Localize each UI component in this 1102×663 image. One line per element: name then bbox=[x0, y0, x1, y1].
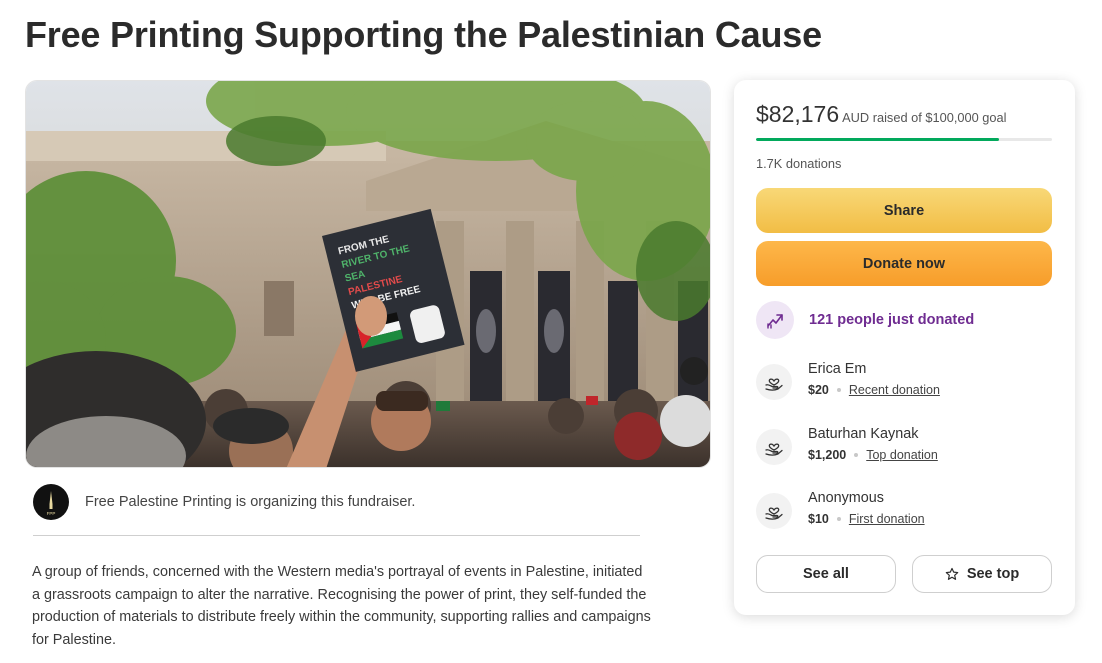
page-title: Free Printing Supporting the Palestinian… bbox=[25, 14, 822, 55]
see-all-button[interactable]: See all bbox=[756, 555, 896, 593]
donor-type-link[interactable]: Top donation bbox=[866, 447, 938, 463]
organizer-avatar[interactable]: FPP bbox=[33, 484, 69, 520]
see-all-label: See all bbox=[803, 566, 849, 582]
trending-up-icon bbox=[756, 301, 794, 339]
donor-item: Baturhan Kaynak $1,200 Top donation bbox=[756, 425, 938, 465]
separator-dot bbox=[836, 388, 841, 392]
just-donated-text: 121 people just donated bbox=[809, 312, 975, 328]
donor-amount: $1,200 bbox=[808, 448, 847, 462]
see-top-label: See top bbox=[966, 566, 1020, 582]
goal-text: AUD raised of $100,000 goal bbox=[842, 110, 1007, 125]
share-button[interactable]: Share bbox=[756, 188, 1052, 233]
hero-image[interactable]: FROM THE RIVER TO THE SEA PALESTINE WILL… bbox=[25, 80, 711, 468]
star-icon bbox=[945, 567, 959, 580]
progress-bar bbox=[756, 138, 1052, 141]
donor-name: Erica Em bbox=[808, 361, 867, 377]
donation-count: 1.7K donations bbox=[756, 156, 842, 171]
amount-raised: $82,176 AUD raised of $100,000 goal bbox=[756, 101, 1006, 128]
organizer-text: Free Palestine Printing is organizing th… bbox=[85, 494, 416, 510]
see-top-button[interactable]: See top bbox=[912, 555, 1052, 593]
donor-amount: $10 bbox=[808, 512, 829, 526]
separator-dot bbox=[836, 517, 841, 521]
donor-name: Baturhan Kaynak bbox=[808, 426, 919, 442]
heart-hand-icon bbox=[756, 493, 792, 529]
divider bbox=[33, 535, 640, 536]
organizer-logo-icon: FPP bbox=[47, 491, 56, 516]
donor-item: Anonymous $10 First donation bbox=[756, 489, 925, 529]
raised-amount: $82,176 bbox=[756, 101, 840, 127]
organizer-logo-text: FPP bbox=[47, 511, 56, 516]
donor-type-link[interactable]: First donation bbox=[849, 511, 925, 527]
donor-item: Erica Em $20 Recent donation bbox=[756, 360, 940, 400]
progress-fill bbox=[756, 138, 1000, 141]
donor-type-link[interactable]: Recent donation bbox=[849, 382, 940, 398]
story-text: A group of friends, concerned with the W… bbox=[32, 564, 651, 648]
heart-hand-icon bbox=[756, 364, 792, 400]
heart-hand-icon bbox=[756, 429, 792, 465]
donation-card: $82,176 AUD raised of $100,000 goal 1.7K … bbox=[734, 80, 1075, 615]
donate-now-button[interactable]: Donate now bbox=[756, 241, 1052, 286]
donor-amount: $20 bbox=[808, 383, 829, 397]
protest-photo: FROM THE RIVER TO THE SEA PALESTINE WILL… bbox=[26, 81, 710, 467]
separator-dot bbox=[854, 453, 859, 457]
recent-activity: 121 people just donated bbox=[756, 301, 974, 339]
organizer-row: FPP Free Palestine Printing is organizin… bbox=[33, 484, 415, 520]
donor-name: Anonymous bbox=[808, 490, 884, 506]
